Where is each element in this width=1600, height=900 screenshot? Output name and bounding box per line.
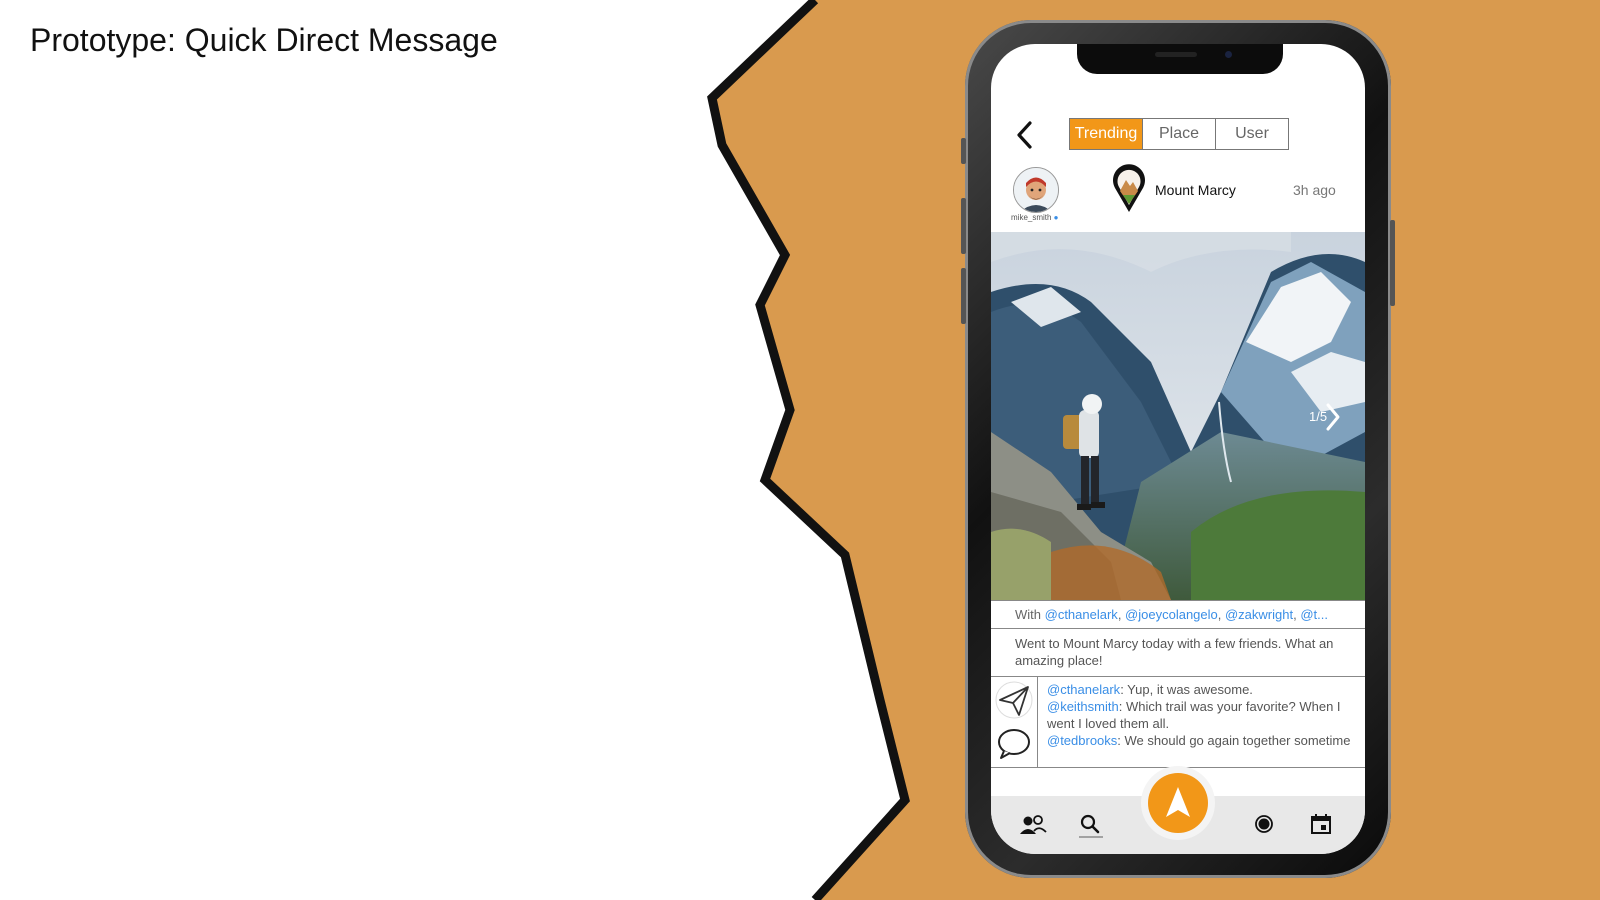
- next-photo-button[interactable]: [1325, 402, 1341, 437]
- friends-icon: [1020, 815, 1047, 834]
- navigate-icon: [1166, 787, 1190, 817]
- post-caption: Went to Mount Marcy today with a few fri…: [1015, 636, 1334, 668]
- caption-row: Went to Mount Marcy today with a few fri…: [991, 628, 1365, 677]
- avatar[interactable]: [1013, 167, 1059, 213]
- mention-link[interactable]: @cthanelark: [1045, 607, 1118, 622]
- avatar-illustration: [1014, 168, 1058, 212]
- mention-link[interactable]: @t...: [1300, 607, 1328, 622]
- tab-place[interactable]: Place: [1142, 119, 1215, 149]
- verified-icon: ●: [1051, 213, 1059, 222]
- navigate-button[interactable]: [1148, 773, 1208, 833]
- search-icon: [1079, 814, 1103, 838]
- comment-author[interactable]: @tedbrooks: [1047, 733, 1117, 748]
- tab-user[interactable]: User: [1215, 119, 1288, 149]
- comment-text: : Yup, it was awesome.: [1120, 682, 1253, 697]
- username-label[interactable]: mike_smith ●: [1011, 213, 1059, 222]
- comment-author[interactable]: @cthanelark: [1047, 682, 1120, 697]
- nav-record[interactable]: [1249, 810, 1279, 840]
- post-header: mike_smith ● Mount Marcy 3h ago: [991, 164, 1365, 232]
- with-prefix: With: [1015, 607, 1045, 622]
- direct-message-button[interactable]: [995, 681, 1033, 719]
- tagged-users: With @cthanelark, @joeycolangelo, @zakwr…: [1015, 607, 1328, 622]
- chevron-left-icon: [1017, 121, 1032, 149]
- comment-item: @keithsmith: Which trail was your favori…: [1047, 698, 1357, 732]
- place-name-link[interactable]: Mount Marcy: [1155, 182, 1236, 198]
- username-text: mike_smith: [1011, 213, 1052, 222]
- notch: [1077, 44, 1283, 74]
- phone-screen: Trending Place User mike_smith ● Mount M…: [991, 44, 1365, 854]
- back-button[interactable]: [1013, 120, 1037, 150]
- phone-frame: Trending Place User mike_smith ● Mount M…: [961, 20, 1395, 878]
- tagged-users-row: With @cthanelark, @joeycolangelo, @zakwr…: [991, 600, 1365, 629]
- location-pin-icon: [1111, 164, 1147, 219]
- phone-volume-down-button: [961, 268, 966, 324]
- send-icon: [995, 681, 1033, 719]
- mention-link[interactable]: @joeycolangelo: [1125, 607, 1218, 622]
- comment-item: @tedbrooks: We should go again together …: [1047, 732, 1357, 749]
- nav-calendar[interactable]: [1306, 810, 1336, 840]
- speaker: [1155, 52, 1197, 57]
- mention-link[interactable]: @zakwright: [1225, 607, 1293, 622]
- comment-author[interactable]: @keithsmith: [1047, 699, 1119, 714]
- phone-side-button: [961, 138, 966, 164]
- feed-tabs: Trending Place User: [1069, 118, 1289, 150]
- comment-list: @cthanelark: Yup, it was awesome. @keith…: [1047, 681, 1357, 749]
- phone-power-button: [1390, 220, 1395, 306]
- comment-text: : We should go again together sometime: [1117, 733, 1351, 748]
- chevron-right-icon: [1326, 403, 1340, 431]
- comment-item: @cthanelark: Yup, it was awesome.: [1047, 681, 1357, 698]
- nav-friends[interactable]: [1018, 810, 1048, 840]
- phone-volume-up-button: [961, 198, 966, 254]
- slide-title: Prototype: Quick Direct Message: [30, 22, 498, 58]
- post-actions: [991, 677, 1038, 767]
- tab-trending[interactable]: Trending: [1070, 119, 1142, 149]
- calendar-icon: [1311, 814, 1331, 834]
- record-icon: [1255, 815, 1273, 833]
- nav-search[interactable]: [1076, 810, 1106, 840]
- comment-button[interactable]: [995, 725, 1033, 763]
- post-timestamp: 3h ago: [1293, 182, 1336, 198]
- comments-section: @cthanelark: Yup, it was awesome. @keith…: [991, 676, 1365, 768]
- front-camera: [1225, 51, 1232, 58]
- comment-icon: [998, 729, 1030, 759]
- post-photo[interactable]: 1/5: [991, 232, 1365, 600]
